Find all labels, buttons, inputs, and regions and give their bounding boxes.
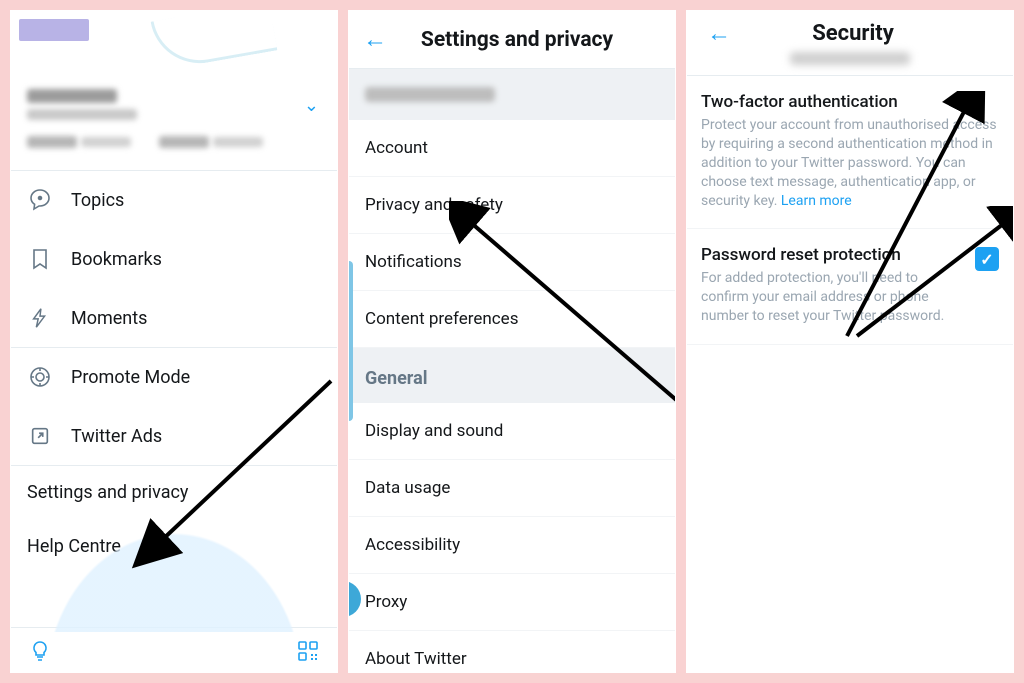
two-factor-title: Two-factor authentication — [701, 92, 999, 112]
footer-bar — [11, 627, 337, 672]
lightbulb-icon[interactable] — [27, 638, 53, 664]
nav-item-settings[interactable]: Settings and privacy — [11, 465, 337, 519]
nav-item-moments[interactable]: Moments — [11, 288, 337, 347]
settings-panel: ← Settings and privacy Account Privacy a… — [348, 10, 676, 673]
decorative-edge — [348, 261, 353, 421]
settings-item-data[interactable]: Data usage — [349, 460, 675, 517]
username-blur — [365, 87, 495, 102]
account-switch-caret[interactable]: ⌄ — [304, 95, 319, 116]
profile-handle-blur — [27, 109, 137, 120]
settings-item-notifications[interactable]: Notifications — [349, 234, 675, 291]
security-header: ← Security — [687, 11, 1013, 76]
two-factor-block[interactable]: Two-factor authentication Protect your a… — [687, 76, 1013, 229]
promote-icon — [27, 364, 53, 390]
password-reset-block[interactable]: Password reset protection For added prot… — [687, 229, 1013, 345]
moments-icon — [27, 305, 53, 331]
profile-stats — [27, 136, 321, 148]
profile-block[interactable]: ⌄ — [11, 89, 337, 160]
back-icon[interactable]: ← — [699, 19, 739, 48]
page-title: Security — [739, 21, 967, 46]
settings-item-about[interactable]: About Twitter — [349, 631, 675, 673]
settings-item-accessibility[interactable]: Accessibility — [349, 517, 675, 574]
nav-label: Twitter Ads — [71, 426, 162, 447]
bookmark-icon — [27, 246, 53, 272]
page-title: Settings and privacy — [405, 28, 629, 52]
nav-label: Promote Mode — [71, 367, 190, 388]
settings-item-content-prefs[interactable]: Content preferences — [349, 291, 675, 348]
nav-label: Settings and privacy — [27, 482, 188, 503]
settings-item-privacy[interactable]: Privacy and safety — [349, 177, 675, 234]
nav-item-promote[interactable]: Promote Mode — [11, 347, 337, 406]
nav-item-topics[interactable]: Topics — [11, 170, 337, 229]
nav-label: Topics — [71, 190, 124, 211]
decorative-swoosh — [151, 10, 278, 71]
drawer-panel: ⌄ Topics Bookmarks Moments — [10, 10, 338, 673]
password-reset-desc: For added protection, you'll need to con… — [701, 269, 963, 326]
two-factor-desc: Protect your account from unauthorised a… — [701, 116, 999, 210]
qr-icon[interactable] — [295, 638, 321, 664]
section-general: General — [349, 348, 675, 403]
profile-name-blur — [27, 89, 117, 103]
nav-item-ads[interactable]: Twitter Ads — [11, 406, 337, 465]
security-panel: ← Security Two-factor authentication Pro… — [686, 10, 1014, 673]
settings-item-proxy[interactable]: Proxy — [349, 574, 675, 631]
nav-label: Bookmarks — [71, 249, 162, 270]
nav-item-bookmarks[interactable]: Bookmarks — [11, 229, 337, 288]
topic-icon — [27, 187, 53, 213]
password-reset-title: Password reset protection — [701, 245, 963, 265]
learn-more-link[interactable]: Learn more — [781, 193, 852, 209]
nav-list: Topics Bookmarks Moments Promote Mode Tw… — [11, 170, 337, 573]
settings-header: ← Settings and privacy — [349, 11, 675, 69]
nav-label: Help Centre — [27, 536, 121, 557]
back-icon[interactable]: ← — [355, 25, 395, 54]
password-reset-checkbox[interactable]: ✓ — [975, 247, 999, 271]
nav-item-help[interactable]: Help Centre — [11, 519, 337, 573]
username-blur — [790, 52, 910, 65]
decorative-block — [19, 19, 89, 41]
nav-label: Moments — [71, 308, 147, 329]
settings-item-account[interactable]: Account — [349, 120, 675, 177]
settings-item-display[interactable]: Display and sound — [349, 403, 675, 460]
external-icon — [27, 423, 53, 449]
user-row[interactable] — [349, 69, 675, 120]
